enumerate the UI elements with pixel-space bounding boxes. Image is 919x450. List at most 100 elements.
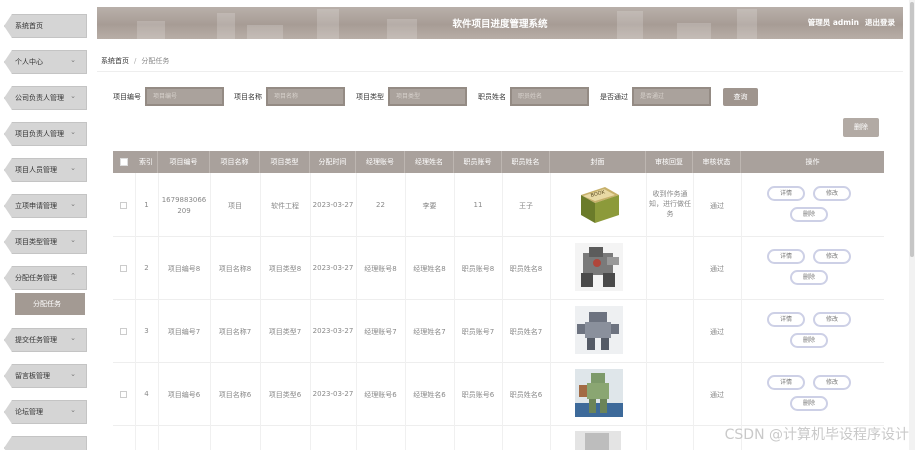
chevron-down-icon: ⌄ — [70, 128, 76, 136]
search-input-project-type[interactable]: 项目类型 — [388, 87, 467, 106]
sidebar-item-label: 项目类型管理 — [15, 238, 57, 246]
col-project-code: 项目编号 — [158, 151, 210, 173]
sidebar-item-home[interactable]: 系统首页 — [4, 14, 87, 38]
sidebar-item-more[interactable] — [4, 436, 87, 450]
watermark: CSDN @计算机毕设程序设计 — [724, 427, 909, 443]
detail-button[interactable]: 详情 — [767, 312, 805, 327]
col-review-reply: 审核回复 — [646, 151, 693, 173]
search-label-approved: 是否通过 — [600, 93, 628, 101]
cell-manager-account: 经理账号6 — [364, 391, 397, 399]
delete-button[interactable]: 删除 — [790, 207, 828, 222]
logout-link[interactable]: 退出登录 — [865, 18, 895, 27]
sidebar-item-submit-task[interactable]: 提交任务管理 ⌄ — [4, 328, 87, 352]
col-review-status: 审核状态 — [693, 151, 741, 173]
sidebar-item-message-board[interactable]: 留言板管理 ⌄ — [4, 364, 87, 388]
sidebar-subitem-assign-task[interactable]: 分配任务 — [15, 293, 85, 315]
row-checkbox[interactable] — [120, 265, 127, 272]
detail-button[interactable]: 详情 — [767, 186, 805, 201]
cell-project-name: 项目 — [228, 202, 242, 210]
sidebar-item-project-application[interactable]: 立项申请管理 ⌄ — [4, 194, 87, 218]
cell-project-type: 项目类型7 — [268, 328, 302, 336]
sidebar: 系统首页 个人中心 ⌄ 公司负责人管理 ⌄ 项目负责人管理 ⌄ 项目人员管理 ⌄ 立项申… — [0, 0, 93, 450]
detail-button[interactable]: 详情 — [767, 375, 805, 390]
col-project-type: 项目类型 — [260, 151, 310, 173]
sidebar-item-label: 公司负责人管理 — [15, 94, 64, 102]
select-all-checkbox[interactable] — [120, 158, 128, 166]
table-row: 4 项目编号6 项目名称6 项目类型6 2023-03-27 经理账号6 经理姓… — [113, 363, 884, 426]
edit-button[interactable]: 修改 — [813, 312, 851, 327]
col-manager-name: 经理姓名 — [405, 151, 454, 173]
col-operations: 操作 — [805, 158, 820, 166]
divider — [97, 71, 903, 72]
cell-assign-time: 2023-03-27 — [312, 390, 354, 398]
cell-review-status: 通过 — [710, 265, 724, 273]
app-title: 软件项目进度管理系统 — [452, 19, 548, 30]
search-input-project-code[interactable]: 项目编号 — [145, 87, 224, 106]
scrollbar-thumb[interactable] — [910, 2, 914, 257]
row-checkbox[interactable] — [120, 328, 127, 335]
edit-button[interactable]: 修改 — [813, 249, 851, 264]
cell-manager-name: 经理姓名7 — [413, 328, 446, 336]
cell-staff-name: 王子 — [519, 202, 533, 210]
cell-manager-account: 经理账号8 — [364, 265, 397, 273]
sidebar-item-company-manager[interactable]: 公司负责人管理 ⌄ — [4, 86, 87, 110]
sidebar-item-forum[interactable]: 论坛管理 ⌄ — [4, 400, 87, 424]
chevron-down-icon: ⌄ — [70, 200, 76, 208]
cell-project-type: 软件工程 — [271, 202, 299, 210]
col-assign-time: 分配时间 — [310, 151, 356, 173]
cover-image-robot — [575, 243, 623, 291]
detail-button[interactable]: 详情 — [767, 249, 805, 264]
search-input-staff-name[interactable]: 职员姓名 — [510, 87, 589, 106]
sidebar-item-label: 留言板管理 — [15, 372, 50, 380]
sidebar-item-project-type[interactable]: 项目类型管理 ⌄ — [4, 230, 87, 254]
cell-review-status: 通过 — [710, 202, 724, 210]
column-divider — [502, 173, 503, 450]
cell-project-name: 项目名称6 — [218, 391, 252, 399]
delete-button[interactable]: 删除 — [790, 333, 828, 348]
cover-image-partial — [575, 431, 621, 450]
cell-index: 3 — [144, 327, 149, 335]
col-staff-account: 职员账号 — [454, 151, 502, 173]
sidebar-item-project-manager[interactable]: 项目负责人管理 ⌄ — [4, 122, 87, 146]
cover-image-book: BOOK — [581, 187, 619, 223]
row-checkbox[interactable] — [120, 202, 127, 209]
batch-delete-button[interactable]: 删除 — [843, 118, 879, 137]
cell-index: 1 — [144, 201, 149, 209]
cell-manager-name: 经理姓名6 — [413, 391, 446, 399]
sidebar-item-label: 论坛管理 — [15, 408, 43, 416]
cell-manager-account: 经理账号7 — [364, 328, 397, 336]
chevron-down-icon: ⌄ — [70, 406, 76, 414]
query-button[interactable]: 查询 — [723, 88, 758, 106]
delete-button[interactable]: 删除 — [790, 396, 828, 411]
page-scrollbar[interactable] — [909, 0, 915, 450]
sidebar-item-assign-task[interactable]: 分配任务管理 ⌃ — [4, 266, 87, 290]
chevron-down-icon: ⌄ — [70, 56, 76, 64]
cell-staff-account: 职员账号8 — [461, 265, 495, 273]
row-checkbox[interactable] — [120, 391, 127, 398]
search-input-project-name[interactable]: 项目名称 — [266, 87, 345, 106]
col-cover: 封面 — [550, 151, 646, 173]
table-header: 索引 项目编号 项目名称 项目类型 分配时间 经理账号 经理姓名 职员账号 职员… — [113, 151, 884, 173]
breadcrumb-home[interactable]: 系统首页 — [101, 57, 129, 65]
breadcrumb: 系统首页 / 分配任务 — [101, 56, 169, 66]
breadcrumb-separator: / — [134, 57, 137, 65]
delete-button[interactable]: 删除 — [790, 270, 828, 285]
edit-button[interactable]: 修改 — [813, 375, 851, 390]
sidebar-item-personal-center[interactable]: 个人中心 ⌄ — [4, 50, 87, 74]
column-divider — [158, 173, 159, 450]
cell-project-code: 1679883066 209 — [161, 196, 207, 215]
edit-button[interactable]: 修改 — [813, 186, 851, 201]
column-divider — [210, 173, 211, 450]
table-row: 3 项目编号7 项目名称7 项目类型7 2023-03-27 经理账号7 经理姓… — [113, 300, 884, 363]
cell-review-status: 通过 — [710, 328, 724, 336]
sidebar-item-label: 项目负责人管理 — [15, 130, 64, 138]
search-input-approved[interactable]: 是否通过 — [632, 87, 711, 106]
sidebar-item-project-staff[interactable]: 项目人员管理 ⌄ — [4, 158, 87, 182]
column-divider — [693, 173, 694, 450]
breadcrumb-current: 分配任务 — [141, 57, 170, 65]
cell-manager-account: 22 — [376, 201, 385, 209]
search-label-project-code: 项目编号 — [113, 93, 141, 101]
cell-staff-account: 职员账号7 — [461, 328, 495, 336]
col-manager-account: 经理账号 — [356, 151, 405, 173]
cell-index: 4 — [144, 390, 149, 398]
